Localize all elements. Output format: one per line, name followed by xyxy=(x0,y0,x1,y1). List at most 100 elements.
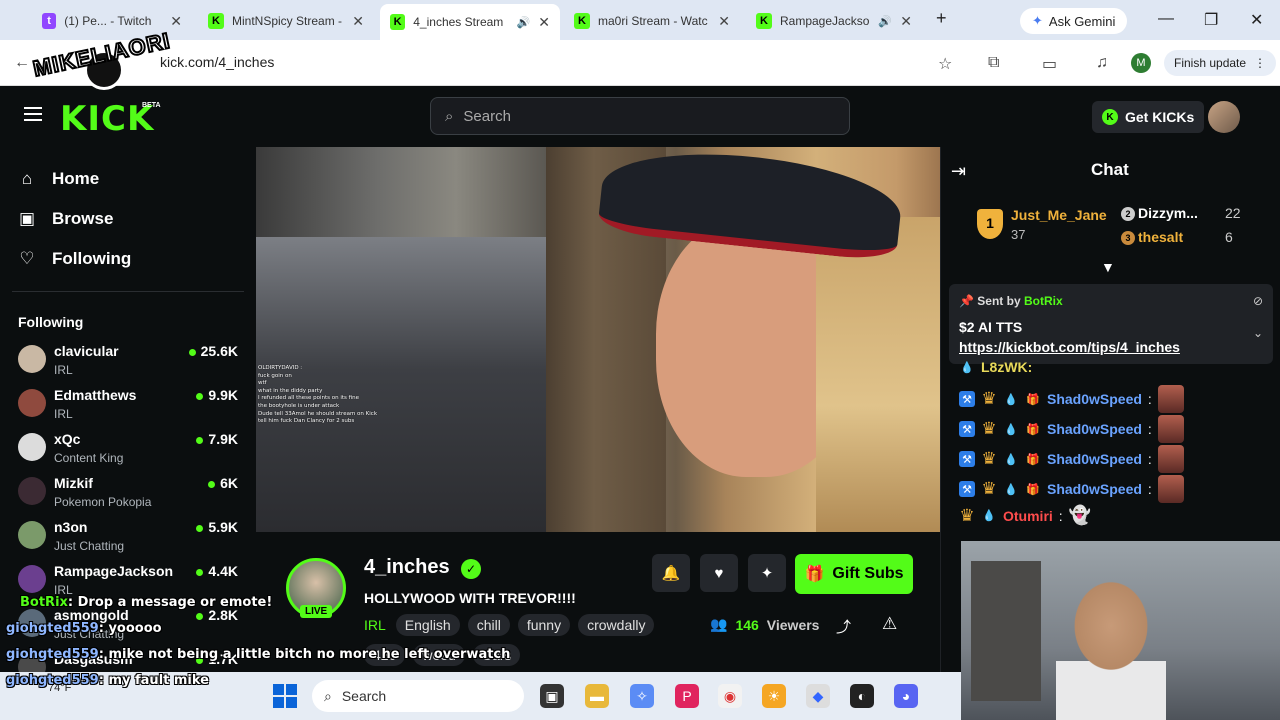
channel-name: clavicular xyxy=(54,343,119,359)
obs-icon[interactable]: ◐ xyxy=(850,684,874,708)
crown-badge-icon: ♛ xyxy=(959,505,975,525)
chat-user[interactable]: Shad0wSpeed xyxy=(1047,451,1142,467)
tag[interactable]: chill xyxy=(467,614,510,636)
close-tab-icon[interactable]: ✕ xyxy=(900,13,912,30)
minimize-icon[interactable]: — xyxy=(1158,10,1174,28)
following-heading: Following xyxy=(18,314,84,330)
sidebar-item-browse[interactable]: ▣ Browse xyxy=(18,209,113,229)
chat-user[interactable]: L8zWK: xyxy=(981,359,1032,375)
extensions-icon[interactable]: ⧉ xyxy=(988,54,999,72)
tag[interactable]: funny xyxy=(517,614,571,636)
url-field[interactable]: kick.com/4_inches xyxy=(160,54,274,70)
media-controls-icon[interactable]: ♫ xyxy=(1096,54,1108,72)
app-icon[interactable]: ☀ xyxy=(762,684,786,708)
pinned-link[interactable]: https://kickbot.com/tips/4_inches xyxy=(959,339,1180,355)
channel-row[interactable]: Mizkif Pokemon Pokopia 6K xyxy=(18,475,240,517)
close-tab-icon[interactable]: ✕ xyxy=(352,13,364,30)
avatar xyxy=(18,521,46,549)
search-input[interactable]: ⌕ Search xyxy=(430,97,850,135)
channel-row[interactable]: xQc Content King 7.9K xyxy=(18,431,240,473)
site-header: KICK BETA ⌕ Search K Get KICKs xyxy=(0,87,1280,147)
live-dot-icon xyxy=(208,480,216,488)
streamer-overlay-logo: MIKELIAORI xyxy=(30,20,174,102)
chat-user[interactable]: Shad0wSpeed xyxy=(1047,421,1142,437)
taskbar-search[interactable]: ⌕ Search xyxy=(312,680,524,712)
hide-pin-icon[interactable]: ⊘ xyxy=(1253,294,1263,308)
browser-tab-bar: t (1) Pe... - Twitch ✕ K MintNSpicy Stre… xyxy=(0,0,1280,40)
streamer-name[interactable]: 4_inches xyxy=(364,556,450,579)
get-kicks-button[interactable]: K Get KICKs xyxy=(1092,101,1205,133)
gift-subs-button[interactable]: 🎁 Gift Subs xyxy=(795,554,913,594)
discord-icon[interactable]: ◕ xyxy=(894,684,918,708)
mod-badge-icon: ⚒ xyxy=(959,391,975,407)
copilot-icon[interactable]: ✧ xyxy=(630,684,654,708)
sidebar-item-following[interactable]: ♡ Following xyxy=(18,249,131,269)
kick-logo[interactable]: KICK xyxy=(60,99,154,139)
avatar xyxy=(18,477,46,505)
video-player[interactable]: OLDIRTYDAVID : fuck goin on wtf what in … xyxy=(256,147,940,532)
mod-badge-icon: ⚒ xyxy=(959,481,975,497)
new-tab-button[interactable]: + xyxy=(936,8,947,29)
collapse-chat-icon[interactable]: ⇥ xyxy=(951,161,966,182)
sparkle-button[interactable]: ✦ xyxy=(748,554,786,592)
restore-icon[interactable]: ❐ xyxy=(1204,10,1218,30)
browser-tab[interactable]: K MintNSpicy Stream - ✕ xyxy=(198,6,374,36)
live-dot-icon xyxy=(196,612,204,620)
tag[interactable]: crowdally xyxy=(578,614,655,636)
onstream-chat-line: giohgted559: mike not being a little bit… xyxy=(6,647,510,662)
profile-avatar[interactable]: M xyxy=(1131,53,1151,73)
close-window-icon[interactable]: ✕ xyxy=(1250,10,1263,30)
close-tab-icon[interactable]: ✕ xyxy=(718,13,730,30)
rank-medal-icon: 1 xyxy=(977,209,1003,239)
app-icon[interactable]: P xyxy=(675,684,699,708)
bookmark-star-icon[interactable]: ☆ xyxy=(938,54,952,74)
windows-start-icon[interactable] xyxy=(273,684,297,708)
report-icon[interactable]: ⚠ xyxy=(882,614,897,634)
browser-tab[interactable]: K RampageJackson 🔊 ✕ xyxy=(746,6,922,36)
pinned-message[interactable]: 📌 Sent by BotRix ⊘ $2 AI TTS https://kic… xyxy=(949,284,1273,364)
ask-gemini-button[interactable]: ✦ Ask Gemini xyxy=(1020,8,1128,34)
app-icon[interactable]: ◆ xyxy=(806,684,830,708)
follow-button[interactable]: ♥ xyxy=(700,554,738,592)
beta-label: BETA xyxy=(142,102,161,109)
speaker-icon[interactable]: 🔊 xyxy=(878,15,892,28)
notification-bell-button[interactable]: 🔔 xyxy=(652,554,690,592)
sidebar-item-home[interactable]: ⌂ Home xyxy=(18,169,99,189)
finish-update-label: Finish update xyxy=(1174,56,1247,70)
file-explorer-icon[interactable]: ▬ xyxy=(585,684,609,708)
video-chat-line: tell him fuck Dan Clancy for 2 subs xyxy=(258,418,355,425)
leader-count: 37 xyxy=(1011,227,1026,242)
chrome-icon[interactable]: ◉ xyxy=(718,684,742,708)
drop-badge-icon: 💧 xyxy=(1004,453,1018,466)
browser-tab[interactable]: K ma0ri Stream - Watc ✕ xyxy=(564,6,740,36)
chat-message: ⚒ ♛ 💧 🎁 Shad0wSpeed: xyxy=(959,445,1184,473)
crown-badge-icon: ♛ xyxy=(981,389,997,408)
pinned-toggle-icon[interactable]: ▼ xyxy=(1101,259,1115,275)
task-view-icon[interactable]: ▣ xyxy=(540,684,564,708)
chat-user[interactable]: Shad0wSpeed xyxy=(1047,481,1142,497)
channel-category: Content King xyxy=(54,451,124,465)
chat-user[interactable]: Otumiri xyxy=(1003,508,1053,524)
leaderboard-entry[interactable]: 3 thesalt xyxy=(1121,229,1183,246)
leader-count: 22 xyxy=(1225,205,1241,221)
chevron-down-icon[interactable]: ⌄ xyxy=(1253,326,1263,340)
leader-name: Dizzym... xyxy=(1138,205,1198,221)
chat-user[interactable]: Shad0wSpeed xyxy=(1047,391,1142,407)
speaker-icon[interactable]: 🔊 xyxy=(517,16,531,29)
finish-update-button[interactable]: Finish update ⋮ xyxy=(1164,50,1277,76)
share-icon[interactable]: ⤴ xyxy=(836,616,851,637)
browser-tab-active[interactable]: K 4_inches Stream 🔊 ✕ xyxy=(380,4,560,40)
category-link[interactable]: IRL xyxy=(364,614,388,636)
close-tab-icon[interactable]: ✕ xyxy=(170,13,182,30)
user-avatar[interactable] xyxy=(1208,101,1240,133)
close-tab-icon[interactable]: ✕ xyxy=(538,14,550,31)
menu-icon[interactable] xyxy=(24,107,42,121)
channel-row[interactable]: Edmatthews IRL 9.9K xyxy=(18,387,240,429)
tag[interactable]: English xyxy=(395,614,460,636)
sub-badge-icon: 🎁 xyxy=(1026,423,1040,436)
leaderboard-entry[interactable]: 2 Dizzym... xyxy=(1121,205,1198,222)
back-icon[interactable]: ← xyxy=(14,54,30,72)
channel-row[interactable]: n3on Just Chatting 5.9K xyxy=(18,519,240,561)
channel-row[interactable]: clavicular IRL 25.6K xyxy=(18,343,240,385)
screen-cast-icon[interactable]: ▭ xyxy=(1042,54,1057,74)
